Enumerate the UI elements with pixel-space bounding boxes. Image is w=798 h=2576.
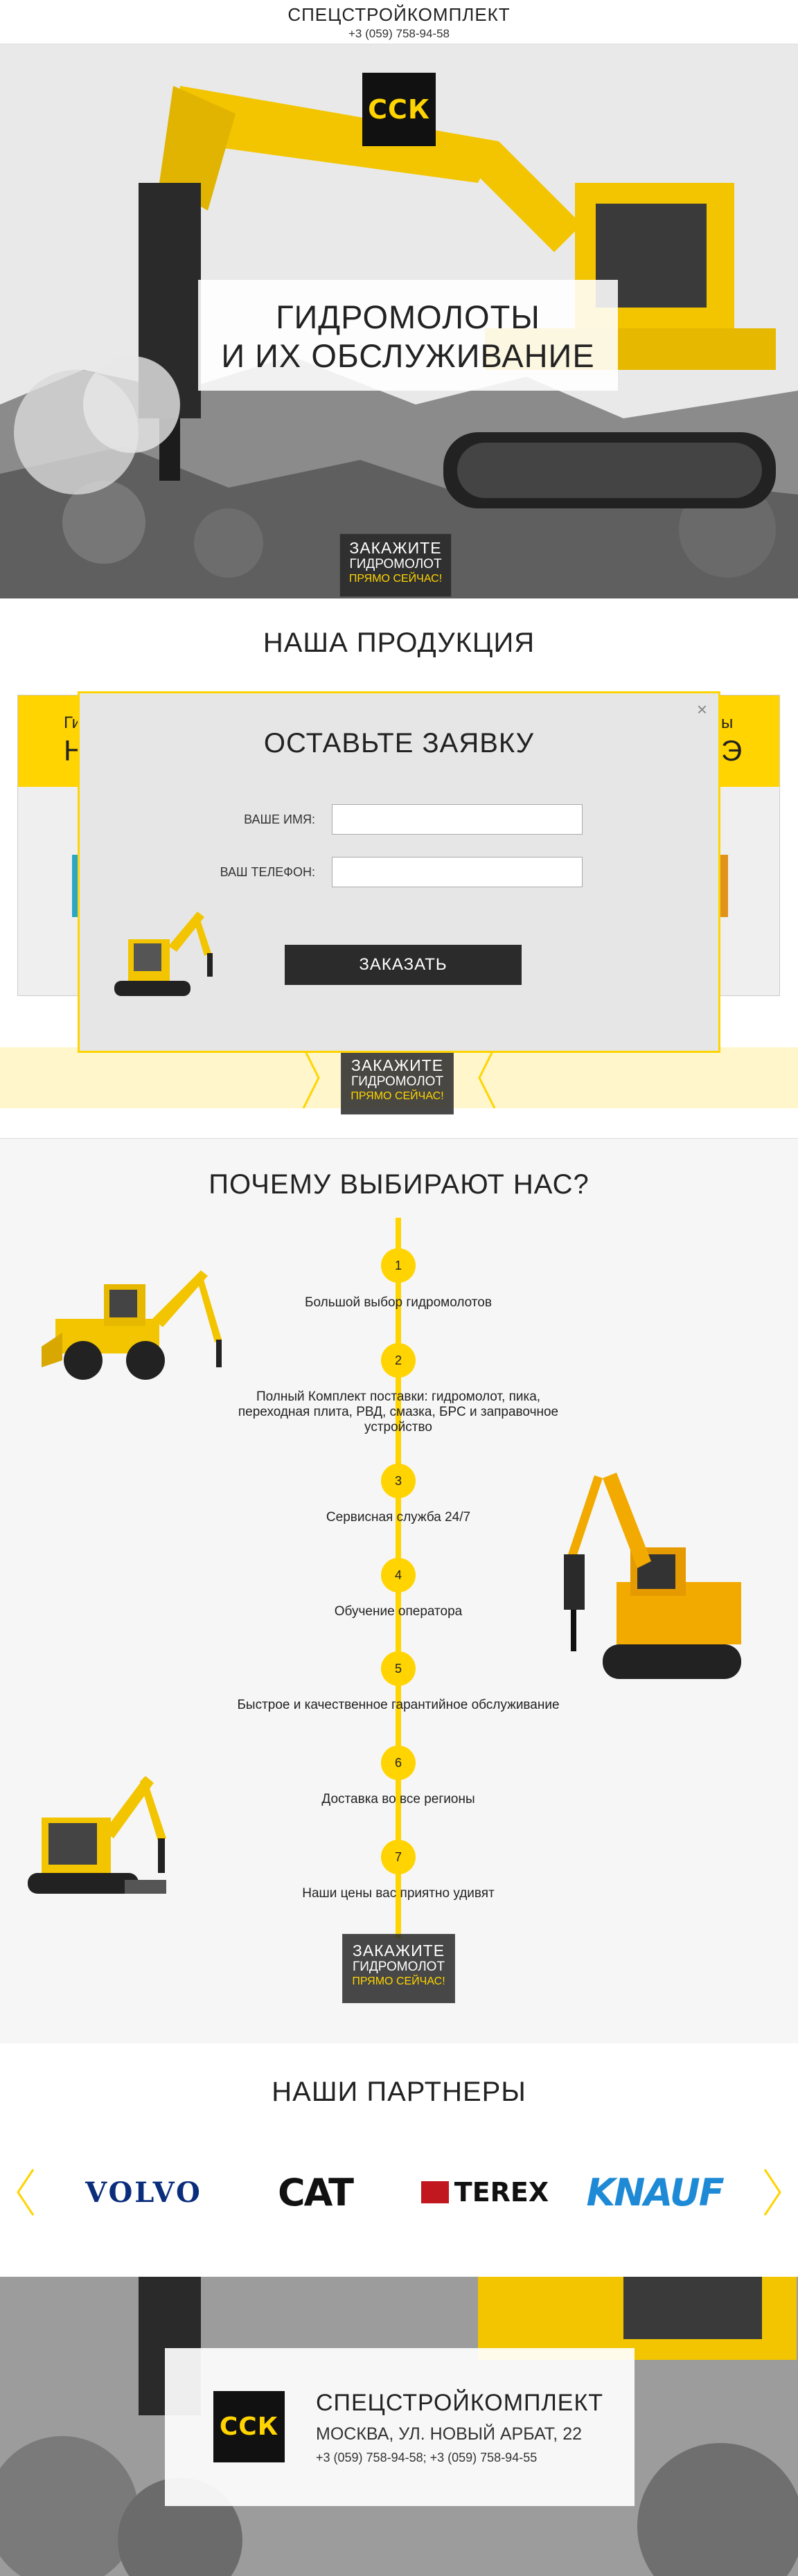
hero-title-box: ГИДРОМОЛОТЫ И ИХ ОБСЛУЖИВАНИЕ: [198, 280, 618, 391]
cta-line1: ЗАКАЖИТЕ: [352, 1942, 445, 1960]
name-label: ВАШЕ ИМЯ:: [244, 812, 315, 826]
close-icon[interactable]: ×: [697, 699, 707, 720]
partner-logo-volvo[interactable]: VOLVO: [69, 2168, 218, 2217]
hero-title-line1: ГИДРОМОЛОТЫ: [276, 299, 540, 335]
step-number: 2: [381, 1343, 416, 1378]
logo-text: ССК: [219, 2413, 279, 2441]
step-text: Быстрое и качественное гарантийное обслу…: [237, 1698, 560, 1712]
product-card-heading: Э: [721, 734, 743, 767]
cta-line1: ЗАКАЖИТЕ: [351, 1056, 444, 1074]
step-text: Сервисная служба 24/7: [326, 1510, 471, 1525]
cta-line2: ГИДРОМОЛОТ: [349, 557, 442, 571]
page: СПЕЦСТРОЙКОМПЛЕКТ +3 (059) 758-94-58 ССК…: [0, 0, 798, 2576]
footer-logo[interactable]: ССК: [213, 2391, 285, 2462]
phone-input[interactable]: [332, 857, 583, 887]
step-number: 3: [381, 1464, 416, 1498]
step-number: 4: [381, 1558, 416, 1592]
cta-line2: ГИДРОМОЛОТ: [351, 1074, 444, 1089]
order-submit-button[interactable]: ЗАКАЗАТЬ: [285, 945, 522, 985]
step-text: Полный Комплект поставки: гидромолот, пи…: [238, 1389, 559, 1434]
cta-line3: ПРЯМО СЕЙЧАС!: [351, 1090, 444, 1102]
terex-mark-icon: [420, 2181, 449, 2203]
mid-order-button[interactable]: ЗАКАЖИТЕ ГИДРОМОЛОТ ПРЯМО СЕЙЧАС!: [341, 1051, 454, 1114]
order-modal: × ОСТАВЬТЕ ЗАЯВКУ ВАШЕ ИМЯ: ВАШ ТЕЛЕФОН:…: [78, 691, 720, 1053]
chevron-right-icon[interactable]: [762, 2168, 783, 2217]
product-card-subtitle: ы: [721, 713, 734, 732]
products-title: НАША ПРОДУКЦИЯ: [263, 628, 535, 658]
cta-line3: ПРЯМО СЕЙЧАС!: [348, 573, 443, 585]
footer-brand: СПЕЦСТРОЙКОМПЛЕКТ: [316, 2390, 604, 2416]
phone-label: ВАШ ТЕЛЕФОН:: [220, 865, 315, 879]
cta-line1: ЗАКАЖИТЕ: [349, 539, 442, 557]
name-input[interactable]: [332, 804, 583, 835]
footer-address: МОСКВА, УЛ. НОВЫЙ АРБАТ, 22: [316, 2424, 582, 2444]
logo-text: ССК: [368, 94, 430, 125]
hero-section: ССК ГИДРОМОЛОТЫ И ИХ ОБСЛУЖИВАНИЕ ЗАКАЖИ…: [0, 44, 798, 598]
hero-title-line2: И ИХ ОБСЛУЖИВАНИЕ: [221, 337, 595, 374]
step-text: Доставка во все регионы: [321, 1792, 475, 1806]
partner-logo-cat[interactable]: CAT: [274, 2168, 357, 2217]
footer-phones[interactable]: +3 (059) 758-94-58; +3 (059) 758-94-55: [316, 2451, 537, 2465]
why-order-button[interactable]: ЗАКАЖИТЕ ГИДРОМОЛОТ ПРЯМО СЕЙЧАС!: [342, 1934, 455, 2003]
step-text: Наши цены вас приятно удивят: [302, 1886, 495, 1901]
chevron-left-icon[interactable]: [15, 2168, 36, 2217]
hero-logo[interactable]: ССК: [362, 73, 436, 146]
why-title: ПОЧЕМУ ВЫБИРАЮТ НАС?: [209, 1169, 589, 1200]
hero-order-button[interactable]: ЗАКАЖИТЕ ГИДРОМОЛОТ ПРЯМО СЕЙЧАС!: [339, 533, 452, 597]
step-number: 5: [381, 1651, 416, 1686]
partner-logo-knauf[interactable]: KNAUF: [586, 2168, 724, 2217]
step-number: 1: [381, 1248, 416, 1283]
step-number: 7: [381, 1840, 416, 1874]
header-phone[interactable]: +3 (059) 758-94-58: [0, 27, 798, 41]
partners-title: НАШИ ПАРТНЕРЫ: [272, 2077, 526, 2107]
mini-excavator-image: [28, 1776, 166, 1894]
footer: ССК СПЕЦСТРОЙКОМПЛЕКТ МОСКВА, УЛ. НОВЫЙ …: [0, 2277, 798, 2576]
step-number: 6: [381, 1746, 416, 1780]
step-text: Обучение оператора: [334, 1604, 463, 1619]
backhoe-loader-image: [42, 1270, 222, 1380]
top-bar: СПЕЦСТРОЙКОМПЛЕКТ +3 (059) 758-94-58: [0, 0, 798, 44]
mini-excavator-image: [114, 912, 213, 996]
cta-line2: ГИДРОМОЛОТ: [352, 1960, 445, 1974]
partner-logo-terex[interactable]: TEREX: [409, 2168, 561, 2217]
modal-title: ОСТАВЬТЕ ЗАЯВКУ: [263, 728, 535, 758]
partner-name: TEREX: [454, 2177, 549, 2208]
footer-card: ССК СПЕЦСТРОЙКОМПЛЕКТ МОСКВА, УЛ. НОВЫЙ …: [165, 2348, 635, 2506]
crawler-excavator-image: [564, 1473, 741, 1679]
step-text: Большой выбор гидромолотов: [305, 1295, 492, 1310]
cta-line3: ПРЯМО СЕЙЧАС!: [352, 1975, 445, 1987]
header-brand: СПЕЦСТРОЙКОМПЛЕКТ: [287, 4, 511, 25]
